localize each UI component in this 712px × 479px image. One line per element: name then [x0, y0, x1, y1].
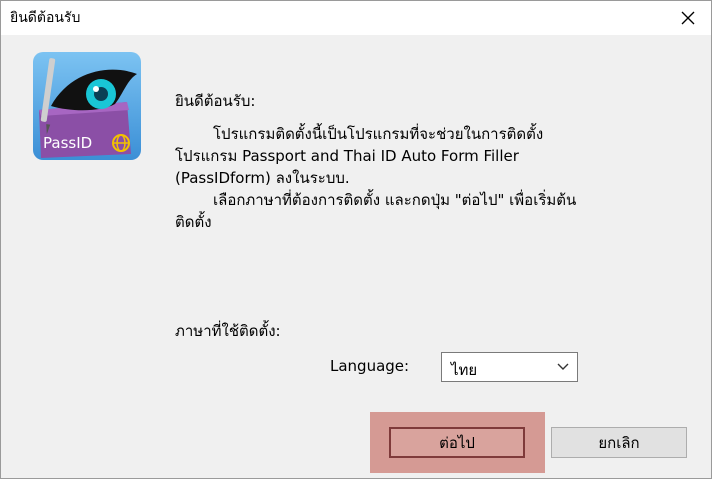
chevron-down-icon	[557, 363, 569, 370]
close-button[interactable]	[665, 1, 711, 35]
language-label: Language:	[330, 357, 410, 375]
installer-window: ยินดีต้อนรับ PassID ยินดีต้อนรับ: โปรแกร…	[0, 0, 712, 479]
cancel-button[interactable]: ยกเลิก	[551, 427, 687, 458]
title-bar: ยินดีต้อนรับ	[1, 1, 711, 35]
welcome-line-3: (PassIDform) ลงในระบบ.	[175, 169, 350, 187]
language-prompt: ภาษาที่ใช้ติดตั้ง:	[175, 322, 281, 340]
welcome-line-4: เลือกภาษาที่ต้องการติดตั้ง และกดปุ่ม "ต่…	[213, 191, 577, 209]
language-select-value: ไทย	[451, 361, 478, 379]
language-select[interactable]: ไทย	[441, 352, 578, 382]
next-button[interactable]: ต่อไป	[389, 427, 525, 458]
close-icon	[681, 11, 695, 25]
icon-badge-text: PassID	[43, 134, 92, 152]
welcome-line-2: โปรแกรม Passport and Thai ID Auto Form F…	[175, 147, 519, 165]
passid-app-icon: PassID	[33, 52, 141, 160]
welcome-line-1: โปรแกรมติดตั้งนี้เป็นโปรแกรมที่จะช่วยในก…	[213, 125, 544, 143]
welcome-heading: ยินดีต้อนรับ:	[175, 92, 256, 110]
welcome-text: โปรแกรมติดตั้งนี้เป็นโปรแกรมที่จะช่วยในก…	[175, 123, 695, 233]
window-title: ยินดีต้อนรับ	[10, 10, 81, 26]
welcome-line-5: ติดตั้ง	[175, 213, 212, 231]
